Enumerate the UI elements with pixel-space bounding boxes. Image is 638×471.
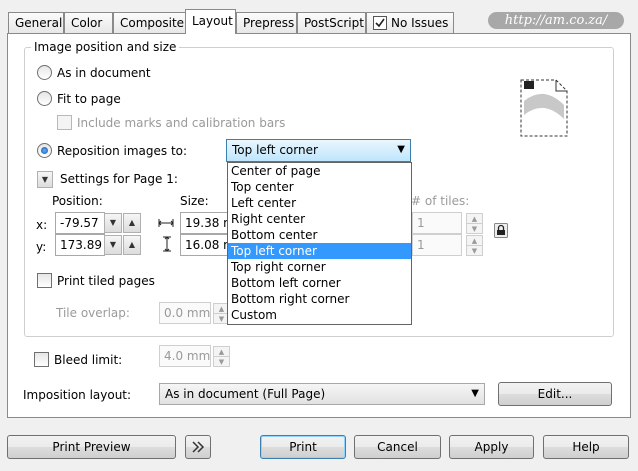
bleed-limit-input[interactable]: 4.0 mm — [159, 345, 211, 367]
tile-overlap-label: Tile overlap: — [56, 306, 130, 320]
height-input[interactable]: 16.08 mm — [180, 234, 230, 256]
imposition-layout-select[interactable]: As in document (Full Page) ▼ — [159, 383, 485, 405]
include-marks-label: Include marks and calibration bars — [77, 116, 286, 130]
tab-prepress[interactable]: Prepress — [236, 12, 297, 33]
dropdown-option[interactable]: Top center — [228, 179, 411, 195]
x-label: x: — [36, 218, 48, 232]
dropdown-option[interactable]: Right center — [228, 211, 411, 227]
dropdown-option[interactable]: Left center — [228, 195, 411, 211]
cancel-button[interactable]: Cancel — [354, 435, 441, 459]
reposition-images-label: Reposition images to: — [57, 144, 188, 158]
reposition-dropdown-list: Center of page Top center Left center Ri… — [227, 162, 412, 325]
include-marks-checkbox[interactable] — [57, 115, 72, 130]
tab-composite[interactable]: Composite — [113, 12, 186, 33]
preview-expand-button[interactable] — [185, 435, 211, 459]
edit-imposition-button[interactable]: Edit... — [498, 382, 612, 406]
watermark-url: http://am.co.za/ — [488, 12, 624, 29]
double-chevron-right-icon — [192, 441, 205, 453]
dropdown-option[interactable]: Custom — [228, 307, 411, 323]
print-preview-button[interactable]: Print Preview — [7, 435, 176, 459]
group-title: Image position and size — [31, 40, 180, 54]
position-x-decrement[interactable]: ▼ — [104, 213, 122, 233]
size-label: Size: — [180, 194, 209, 208]
tiles-label: # of tiles: — [411, 194, 470, 208]
bleed-limit-label: Bleed limit: — [54, 353, 123, 367]
width-arrows-icon — [158, 219, 174, 227]
position-y-input[interactable]: 173.89 — [55, 234, 105, 256]
checklist-icon — [373, 16, 387, 30]
dropdown-option[interactable]: Center of page — [228, 163, 411, 179]
print-tiled-label: Print tiled pages — [57, 274, 155, 288]
as-in-document-radio[interactable] — [37, 65, 52, 80]
reposition-images-radio[interactable] — [37, 143, 52, 158]
dropdown-option[interactable]: Top right corner — [228, 259, 411, 275]
settings-for-page-label: Settings for Page 1: — [60, 172, 178, 186]
position-y-increment[interactable]: ▲ — [123, 235, 141, 255]
position-y-decrement[interactable]: ▼ — [104, 235, 122, 255]
dropdown-option[interactable]: Bottom center — [228, 227, 411, 243]
chevron-down-icon: ▼ — [397, 144, 405, 155]
page-preview-icon — [520, 79, 568, 137]
tiles-x-input[interactable]: 1 — [412, 212, 462, 234]
settings-expand-button[interactable]: ▼ — [37, 171, 53, 188]
dropdown-option-selected[interactable]: Top left corner — [228, 243, 411, 259]
position-label: Position: — [52, 194, 103, 208]
tiles-y-input[interactable]: 1 — [412, 234, 462, 256]
dropdown-option[interactable]: Bottom left corner — [228, 275, 411, 291]
tab-no-issues[interactable]: No Issues — [366, 12, 454, 33]
height-arrows-icon — [163, 236, 171, 252]
tab-color[interactable]: Color — [64, 12, 113, 33]
tiles-x-decrement[interactable]: ▼ — [466, 223, 483, 234]
fit-to-page-label: Fit to page — [57, 92, 121, 106]
position-x-input[interactable]: -79.57 — [55, 212, 105, 234]
help-button[interactable]: Help — [543, 435, 629, 459]
position-x-increment[interactable]: ▲ — [123, 213, 141, 233]
print-tiled-checkbox[interactable] — [37, 273, 52, 288]
chevron-down-icon: ▼ — [471, 388, 479, 399]
fit-to-page-radio[interactable] — [37, 91, 52, 106]
y-label: y: — [36, 240, 47, 254]
apply-button[interactable]: Apply — [449, 435, 534, 459]
tile-overlap-input[interactable]: 0.0 mm — [159, 302, 211, 324]
bleed-limit-checkbox[interactable] — [34, 352, 49, 367]
print-button[interactable]: Print — [260, 435, 346, 459]
tab-postscript[interactable]: PostScript — [297, 12, 366, 33]
tab-layout[interactable]: Layout — [185, 9, 236, 34]
tiles-y-decrement[interactable]: ▼ — [466, 245, 483, 256]
as-in-document-label: As in document — [57, 66, 151, 80]
width-input[interactable]: 19.38 mm — [180, 212, 230, 234]
lock-icon[interactable] — [494, 223, 508, 238]
imposition-layout-label: Imposition layout: — [23, 388, 132, 402]
bleed-limit-decrement[interactable]: ▼ — [213, 356, 230, 367]
tab-general[interactable]: General — [8, 12, 64, 33]
reposition-select[interactable]: Top left corner ▼ — [226, 139, 411, 162]
dropdown-option[interactable]: Bottom right corner — [228, 291, 411, 307]
